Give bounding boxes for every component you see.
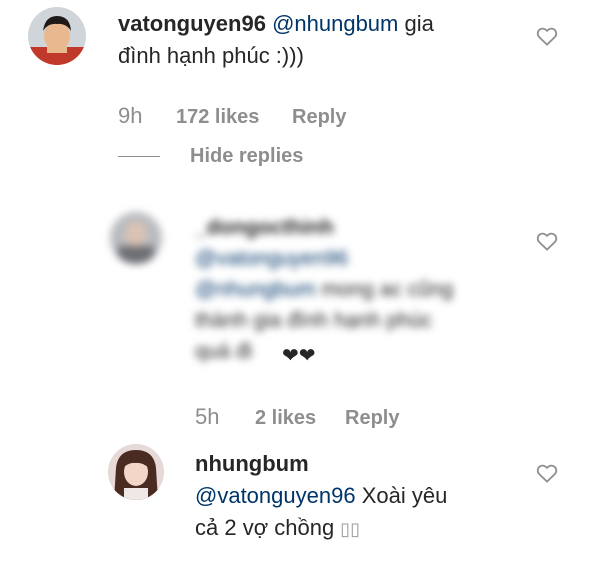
replies-divider-line bbox=[118, 156, 160, 157]
comment-text-line2: đình hạnh phúc :))) bbox=[118, 43, 304, 68]
avatar-reply-user[interactable] bbox=[110, 212, 162, 264]
heart-outline-icon[interactable] bbox=[536, 231, 558, 251]
reply-2-emoji-placeholder: ▯▯ bbox=[340, 519, 361, 539]
hide-replies-button[interactable]: Hide replies bbox=[190, 145, 303, 168]
comment-body: vatonguyen96 @nhungbum gia đình hạnh phú… bbox=[118, 8, 528, 72]
reply-2-text-line2: cả 2 vợ chồng bbox=[195, 515, 341, 540]
reply-mention-2[interactable]: @nhungbum bbox=[195, 278, 316, 301]
heart-outline-icon[interactable] bbox=[536, 463, 558, 483]
reply-2-mention[interactable]: @vatonguyen96 bbox=[195, 483, 356, 508]
comment-mention[interactable]: @nhungbum bbox=[272, 11, 398, 36]
avatar-nhungbum[interactable] bbox=[108, 444, 164, 500]
comment-username[interactable]: vatonguyen96 bbox=[118, 11, 266, 36]
comment-text-line1: gia bbox=[398, 11, 434, 36]
reply-2-username[interactable]: nhungbum bbox=[195, 451, 309, 476]
comment-timestamp[interactable]: 9h bbox=[118, 103, 142, 129]
heart-outline-icon[interactable] bbox=[536, 26, 558, 46]
avatar-vatonguyen96[interactable] bbox=[28, 7, 86, 65]
reply-username[interactable]: _dongocthinh bbox=[195, 216, 334, 239]
reply-2-text-line1: Xoài yêu bbox=[355, 483, 448, 508]
reply-hearts-emoji: ❤❤ bbox=[282, 345, 316, 367]
reply-mention-1[interactable]: @vatonguyen96 bbox=[195, 247, 348, 270]
reply-text-line1: mong ac cũng bbox=[315, 278, 454, 301]
reply-reply-button[interactable]: Reply bbox=[345, 407, 399, 430]
reply-meta: 5h 2 likes Reply bbox=[195, 404, 495, 434]
reply-text-line3: quá đi bbox=[195, 340, 253, 363]
reply-likes-count[interactable]: 2 likes bbox=[255, 407, 316, 430]
reply-text-line2: thành gia đình hạnh phúc bbox=[195, 309, 433, 332]
comment-meta: 9h 172 likes Reply bbox=[118, 103, 498, 133]
reply-body: _dongocthinh @vatonguyen96 @nhungbum mon… bbox=[195, 212, 525, 367]
comment-reply-button[interactable]: Reply bbox=[292, 106, 346, 129]
reply-2-body: nhungbum @vatonguyen96 Xoài yêu cả 2 vợ … bbox=[195, 448, 525, 545]
comment-likes-count[interactable]: 172 likes bbox=[176, 106, 259, 129]
reply-timestamp[interactable]: 5h bbox=[195, 404, 219, 430]
